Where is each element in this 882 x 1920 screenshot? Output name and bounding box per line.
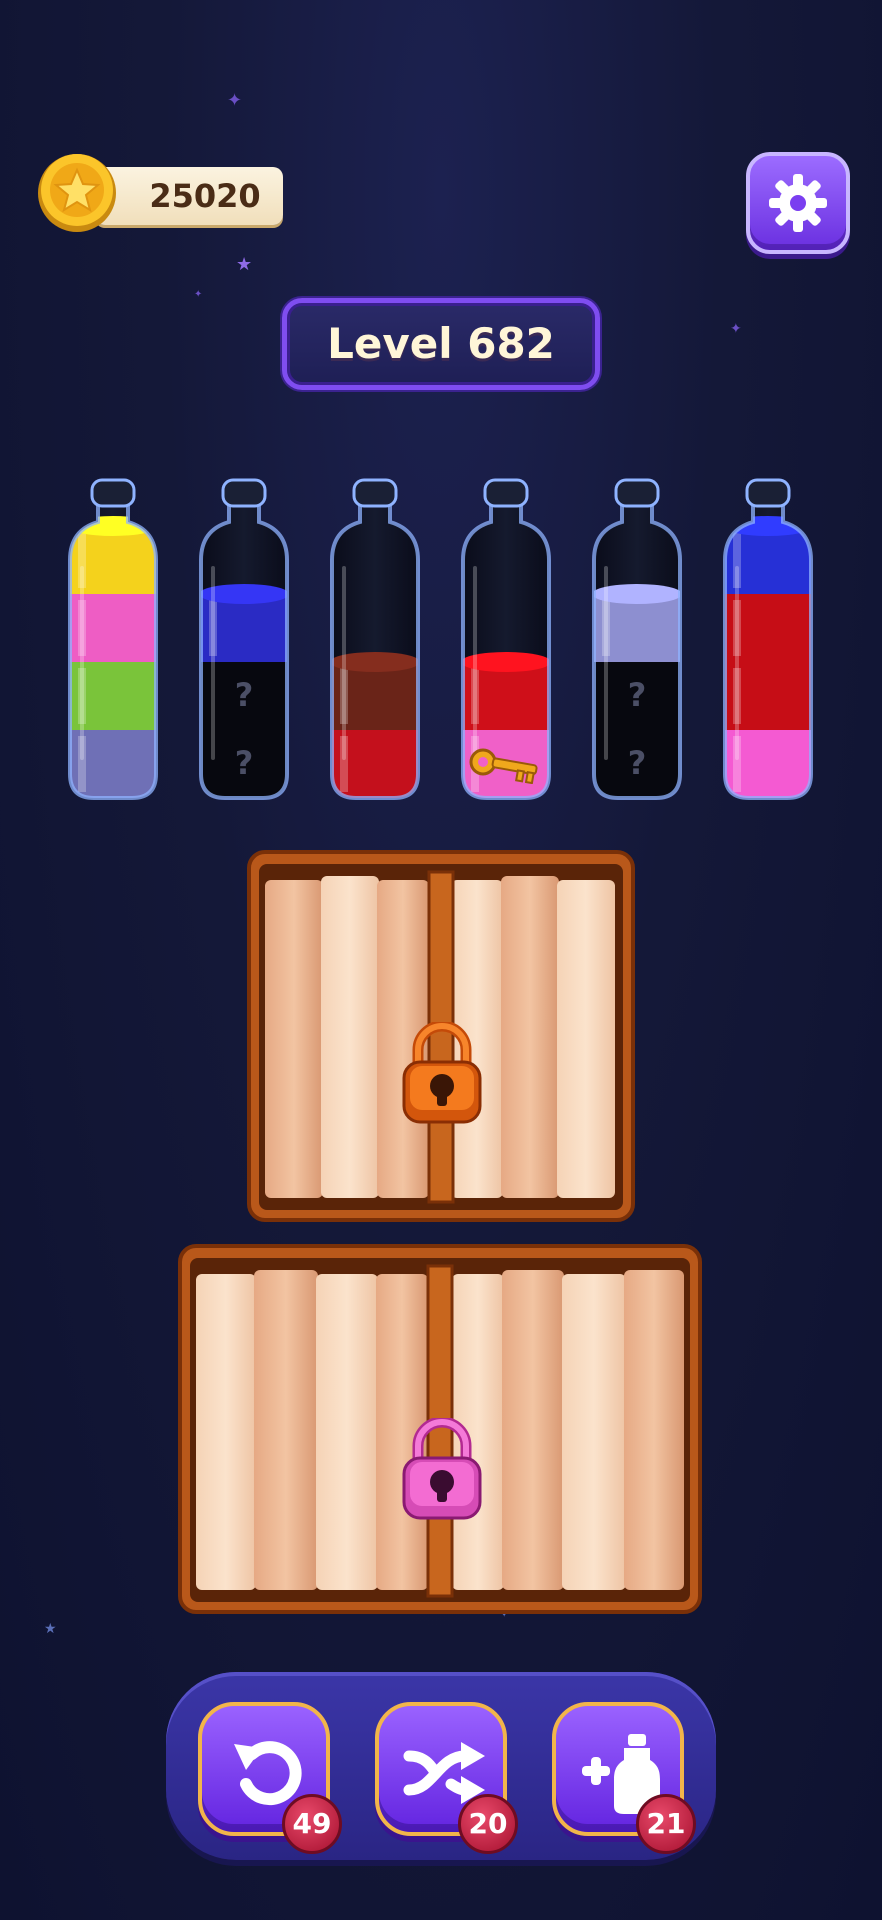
bottle-1[interactable] (58, 468, 168, 810)
bottle-cap (745, 478, 791, 508)
background-star: ✦ (730, 321, 742, 337)
hidden-layer-mark: ? (627, 676, 647, 714)
hidden-layer-mark: ? (627, 744, 647, 782)
add-bottle-count-badge: 21 (636, 1794, 696, 1854)
coin-amount: 25020 (149, 177, 261, 215)
bottle-5[interactable]: ?? (582, 468, 692, 810)
bottle-4[interactable] (451, 468, 561, 810)
bottle-cap (352, 478, 398, 508)
bottle-3[interactable] (320, 468, 430, 810)
coin-counter: 25020 (95, 167, 283, 225)
gold-star-coin-icon (36, 152, 118, 234)
bottle-cap (483, 478, 529, 508)
level-title: Level 682 (282, 298, 600, 390)
undo-count-badge: 49 (282, 1794, 342, 1854)
hidden-layer-mark: ? (234, 676, 254, 714)
background-star: ★ (44, 1621, 57, 1637)
bottle-2[interactable]: ?? (189, 468, 299, 810)
background-star: ★ (236, 254, 253, 275)
pink-padlock-icon (402, 1418, 482, 1520)
gear-icon (769, 174, 827, 232)
bottle-cap (614, 478, 660, 508)
background-star: ✦ (227, 90, 243, 111)
hidden-layer-mark: ? (234, 744, 254, 782)
orange-padlock-icon (402, 1022, 482, 1124)
bottle-6[interactable] (713, 468, 823, 810)
golden-key-icon (469, 748, 538, 784)
settings-button[interactable] (746, 152, 850, 254)
shuffle-count-badge: 20 (458, 1794, 518, 1854)
background-star: ✦ (194, 289, 203, 300)
bottle-cap (90, 478, 136, 508)
bottle-cap (221, 478, 267, 508)
